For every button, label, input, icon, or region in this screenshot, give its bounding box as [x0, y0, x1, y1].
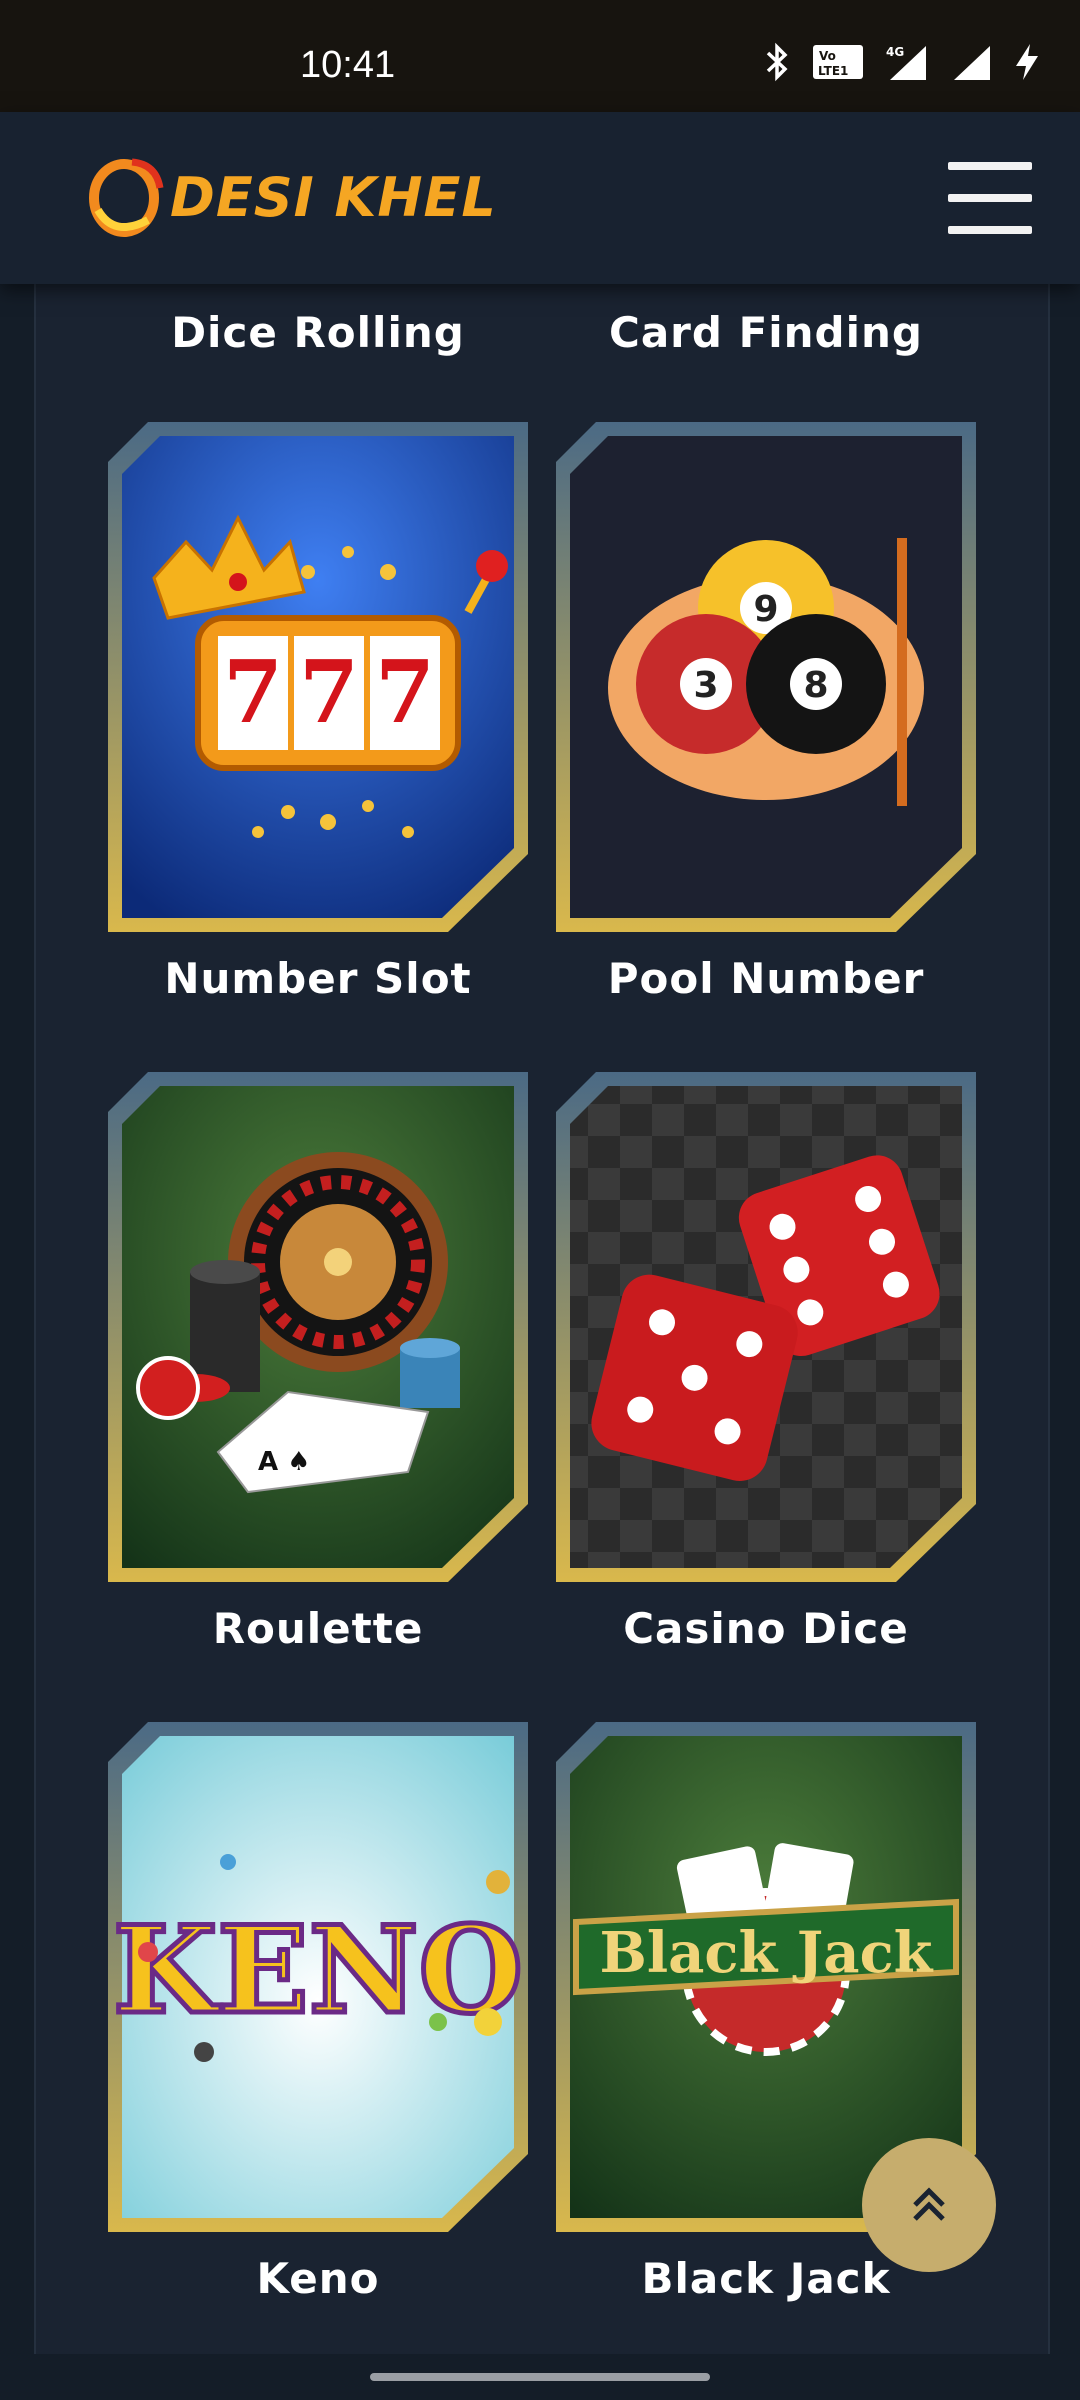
keno-image-text: KENO — [113, 1900, 523, 2041]
logo-text: DESI KHEL — [170, 165, 497, 229]
blackjack-image-text: Black Jack — [600, 1920, 934, 1986]
game-label-dice-rolling[interactable]: Dice Rolling — [108, 308, 528, 357]
logo-ring-icon — [89, 158, 164, 237]
svg-text:A ♠: A ♠ — [258, 1447, 310, 1477]
charging-icon — [1016, 44, 1038, 80]
game-label-number-slot[interactable]: Number Slot — [108, 954, 528, 1003]
bluetooth-icon — [766, 42, 788, 82]
game-card-roulette[interactable]: A ♠ — [108, 1072, 528, 1582]
4g-signal-icon: 4G — [886, 45, 926, 80]
status-time: 10:41 — [300, 44, 396, 86]
svg-text:LTE1: LTE1 — [818, 64, 848, 78]
gesture-navigation-bar[interactable] — [370, 2373, 710, 2381]
game-label-roulette[interactable]: Roulette — [108, 1604, 528, 1653]
svg-text:3: 3 — [693, 665, 718, 706]
svg-text:Vo: Vo — [819, 49, 836, 63]
game-label-keno[interactable]: Keno — [108, 2254, 528, 2303]
app-header: DESI KHEL — [0, 112, 1080, 284]
scroll-to-top-button[interactable] — [862, 2138, 996, 2272]
svg-text:7: 7 — [299, 642, 359, 743]
game-card-casino-dice[interactable] — [556, 1072, 976, 1582]
status-icons: Vo LTE1 4G — [764, 42, 1040, 82]
hamburger-menu-icon[interactable] — [948, 162, 1032, 234]
logo[interactable]: DESI KHEL — [84, 152, 497, 242]
status-bar: 10:41 Vo LTE1 4G — [0, 0, 1080, 112]
svg-text:7: 7 — [223, 642, 283, 743]
games-list: Dice Rolling Card Finding 7 7 7 9 3 8 Nu… — [34, 284, 1050, 2354]
svg-text:8: 8 — [803, 665, 828, 706]
game-label-pool-number[interactable]: Pool Number — [556, 954, 976, 1003]
svg-text:4G: 4G — [886, 45, 904, 59]
game-label-card-finding[interactable]: Card Finding — [556, 308, 976, 357]
game-card-pool-number[interactable]: 9 3 8 — [556, 422, 976, 932]
chevron-double-up-icon — [913, 2187, 945, 2221]
svg-text:9: 9 — [753, 589, 778, 630]
svg-text:7: 7 — [375, 642, 435, 743]
signal-icon — [954, 46, 990, 80]
game-label-casino-dice[interactable]: Casino Dice — [556, 1604, 976, 1653]
game-card-number-slot[interactable]: 7 7 7 — [108, 422, 528, 932]
game-card-keno[interactable]: KENO — [108, 1722, 528, 2232]
volte-icon: VoLTE1 — [813, 45, 863, 79]
